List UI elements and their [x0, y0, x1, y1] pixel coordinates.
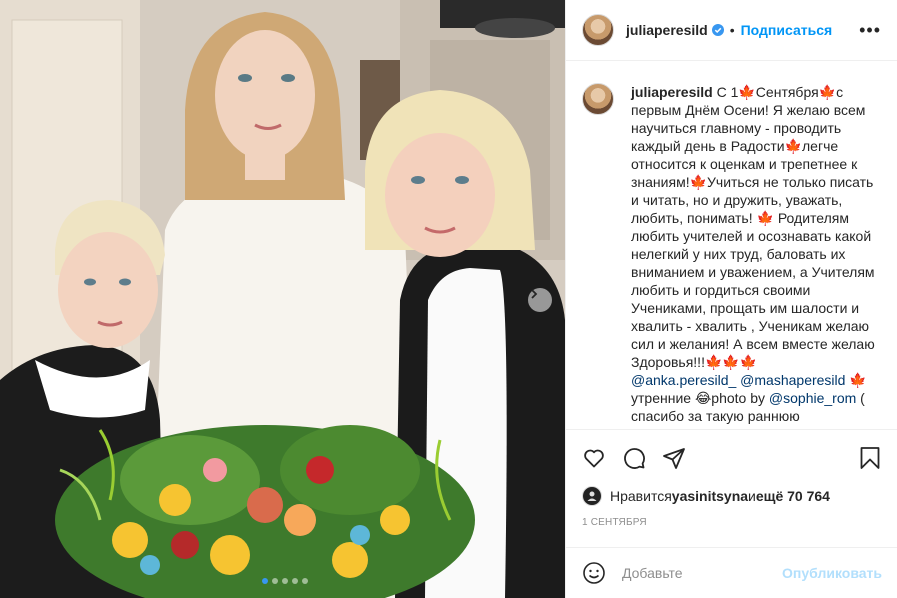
post-date[interactable]: 1 СЕНТЯБРЯ — [582, 517, 647, 528]
carousel-next-button[interactable] — [528, 288, 552, 312]
emoji-button[interactable] — [582, 561, 606, 585]
mention-link[interactable]: @anka.peresild_ — [631, 372, 736, 388]
post-sidebar: juliaperesild • Подписаться ••• juliaper… — [565, 0, 897, 598]
header-separator: • — [729, 22, 735, 38]
caption-author-avatar[interactable] — [582, 83, 614, 115]
liker-username[interactable]: yasinitsyna — [672, 488, 748, 504]
carousel-dot — [282, 578, 288, 584]
author-username[interactable]: juliaperesild — [626, 22, 708, 38]
more-options-icon[interactable]: ••• — [859, 20, 881, 41]
likes-middle: и — [748, 488, 756, 504]
chevron-right-icon — [531, 289, 538, 299]
add-comment-bar: Опубликовать — [566, 547, 897, 598]
comment-icon — [624, 447, 645, 469]
carousel-dot — [262, 578, 268, 584]
caption-username[interactable]: juliaperesild — [631, 84, 713, 100]
share-button[interactable] — [662, 446, 686, 470]
save-button[interactable] — [858, 446, 882, 470]
publish-comment-button[interactable]: Опубликовать — [782, 565, 882, 581]
heart-icon — [584, 449, 604, 467]
likes-count[interactable]: ещё 70 764 — [756, 488, 830, 504]
share-icon — [663, 447, 685, 469]
carousel-indicator — [262, 578, 308, 584]
verified-badge-icon — [711, 24, 724, 36]
author-avatar[interactable] — [582, 14, 614, 46]
carousel-dot — [292, 578, 298, 584]
post-header: juliaperesild • Подписаться ••• — [566, 0, 897, 61]
likes-summary: Нравится yasinitsyna и ещё 70 764 — [582, 486, 830, 506]
follow-button[interactable]: Подписаться — [741, 22, 833, 38]
caption-section: juliaperesild С 1🍁Сентября🍁с первым Днём… — [566, 61, 897, 429]
like-button[interactable] — [582, 446, 606, 470]
post-photo[interactable] — [0, 0, 565, 598]
caption-body-1: С 1🍁Сентября🍁с первым Днём Осени! Я жела… — [631, 84, 875, 370]
action-bar — [566, 429, 897, 485]
likes-prefix: Нравится — [610, 488, 672, 504]
emoji-icon — [583, 562, 605, 584]
carousel-dot — [302, 578, 308, 584]
bookmark-icon — [860, 446, 880, 469]
liker-avatar[interactable] — [582, 486, 602, 506]
comment-button[interactable] — [622, 446, 646, 470]
mention-link[interactable]: @sophie_rom — [769, 390, 856, 406]
caption-text: juliaperesild С 1🍁Сентября🍁с первым Днём… — [631, 83, 881, 429]
user-icon — [587, 491, 597, 501]
comment-input[interactable] — [622, 565, 782, 581]
carousel-dot — [272, 578, 278, 584]
mention-link[interactable]: @mashaperesild — [740, 372, 845, 388]
photo-illustration — [0, 0, 565, 598]
